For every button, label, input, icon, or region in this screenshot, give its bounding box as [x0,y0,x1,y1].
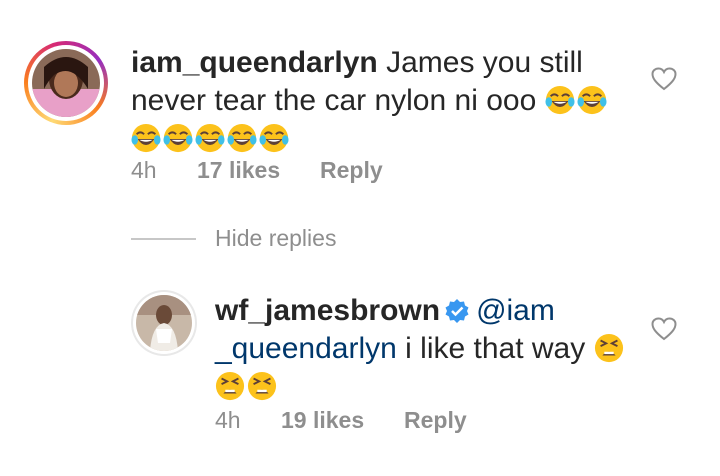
reply-body: i like that way [396,332,586,365]
joy-emoji-icon [577,85,607,115]
joy-emoji-icon [259,123,289,153]
avatar[interactable] [131,290,197,356]
avatar-photo [136,295,192,351]
comment-time: 4h [131,157,157,183]
reply-item: wf_jamesbrown @iam _queendarlyn i like tha… [0,280,720,460]
avatar[interactable] [24,41,108,125]
comment-item: iam_queendarlyn James you still never te… [0,0,720,200]
tired-face-emoji-icon [247,371,277,401]
verified-badge-icon [445,299,469,323]
avatar-photo [32,49,100,117]
joy-emoji-icon [163,123,193,153]
reply-time: 4h [215,407,241,433]
hide-replies-button[interactable]: Hide replies [215,225,336,252]
comment-meta: 4h 17 likes Reply [131,157,531,187]
reply-username[interactable]: wf_jamesbrown [215,294,440,327]
comment-text: iam_queendarlyn James you still never te… [131,44,631,158]
likes-count[interactable]: 19 likes [281,407,364,434]
replies-divider [131,238,196,240]
reply-text: wf_jamesbrown @iam _queendarlyn i like tha… [215,292,635,406]
reply-button[interactable]: Reply [404,407,467,434]
like-heart-icon[interactable] [651,67,677,91]
likes-count[interactable]: 17 likes [197,157,280,184]
mention-link-continued[interactable]: _queendarlyn [215,332,397,365]
tired-face-emoji-icon [594,333,624,363]
joy-emoji-icon [131,123,161,153]
joy-emoji-icon [195,123,225,153]
tired-face-emoji-icon [215,371,245,401]
reply-button[interactable]: Reply [320,157,383,184]
like-heart-icon[interactable] [651,317,677,341]
joy-emoji-icon [545,85,575,115]
joy-emoji-icon [227,123,257,153]
reply-meta: 4h 19 likes Reply [215,407,615,437]
comment-username[interactable]: iam_queendarlyn [131,46,378,79]
mention-link[interactable]: @iam [476,294,555,327]
